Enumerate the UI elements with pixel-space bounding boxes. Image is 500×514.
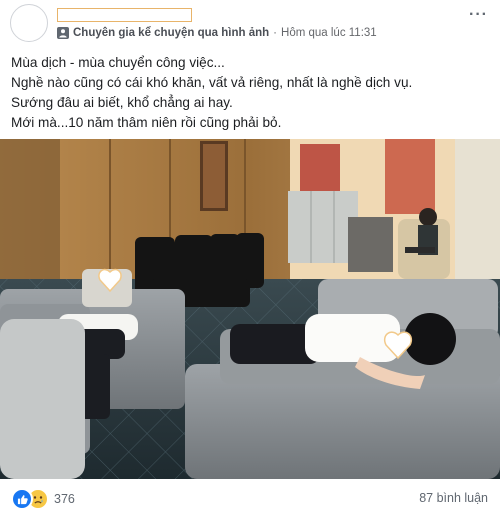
author-avatar[interactable] bbox=[10, 4, 48, 42]
group-badge-icon bbox=[57, 27, 69, 39]
post-meta: Chuyên gia kể chuyện qua hình ảnh · Hôm … bbox=[57, 27, 377, 39]
post-text-line: Nghề nào cũng có cái khó khăn, vất vả ri… bbox=[11, 75, 413, 90]
post-text: Mùa dịch - mùa chuyển công việc... Nghề … bbox=[11, 53, 491, 133]
post-timestamp[interactable]: Hôm qua lúc 11:31 bbox=[281, 27, 377, 39]
author-name-redacted[interactable] bbox=[57, 8, 192, 22]
comment-count-link[interactable]: 87 bình luận bbox=[419, 491, 488, 505]
like-icon bbox=[11, 488, 33, 510]
post-text-line: Mới mà...10 năm thâm niên rồi cũng phải … bbox=[11, 115, 282, 130]
post-footer: 376 87 bình luận bbox=[0, 484, 500, 514]
more-options-icon[interactable]: ··· bbox=[469, 6, 488, 24]
post-header: Chuyên gia kể chuyện qua hình ảnh · Hôm … bbox=[0, 0, 500, 44]
lobby-photo-illustration bbox=[0, 139, 500, 479]
post-text-line: Sướng đâu ai biết, khổ chẳng ai hay. bbox=[11, 95, 233, 110]
meta-separator: · bbox=[273, 27, 278, 39]
reaction-count[interactable]: 376 bbox=[54, 492, 75, 506]
group-name-link[interactable]: Chuyên gia kể chuyện qua hình ảnh bbox=[73, 27, 269, 39]
post-card: Chuyên gia kể chuyện qua hình ảnh · Hôm … bbox=[0, 0, 500, 514]
post-photo[interactable] bbox=[0, 139, 500, 479]
post-text-line: Mùa dịch - mùa chuyển công việc... bbox=[11, 55, 225, 70]
reaction-summary[interactable]: 376 bbox=[11, 488, 75, 510]
